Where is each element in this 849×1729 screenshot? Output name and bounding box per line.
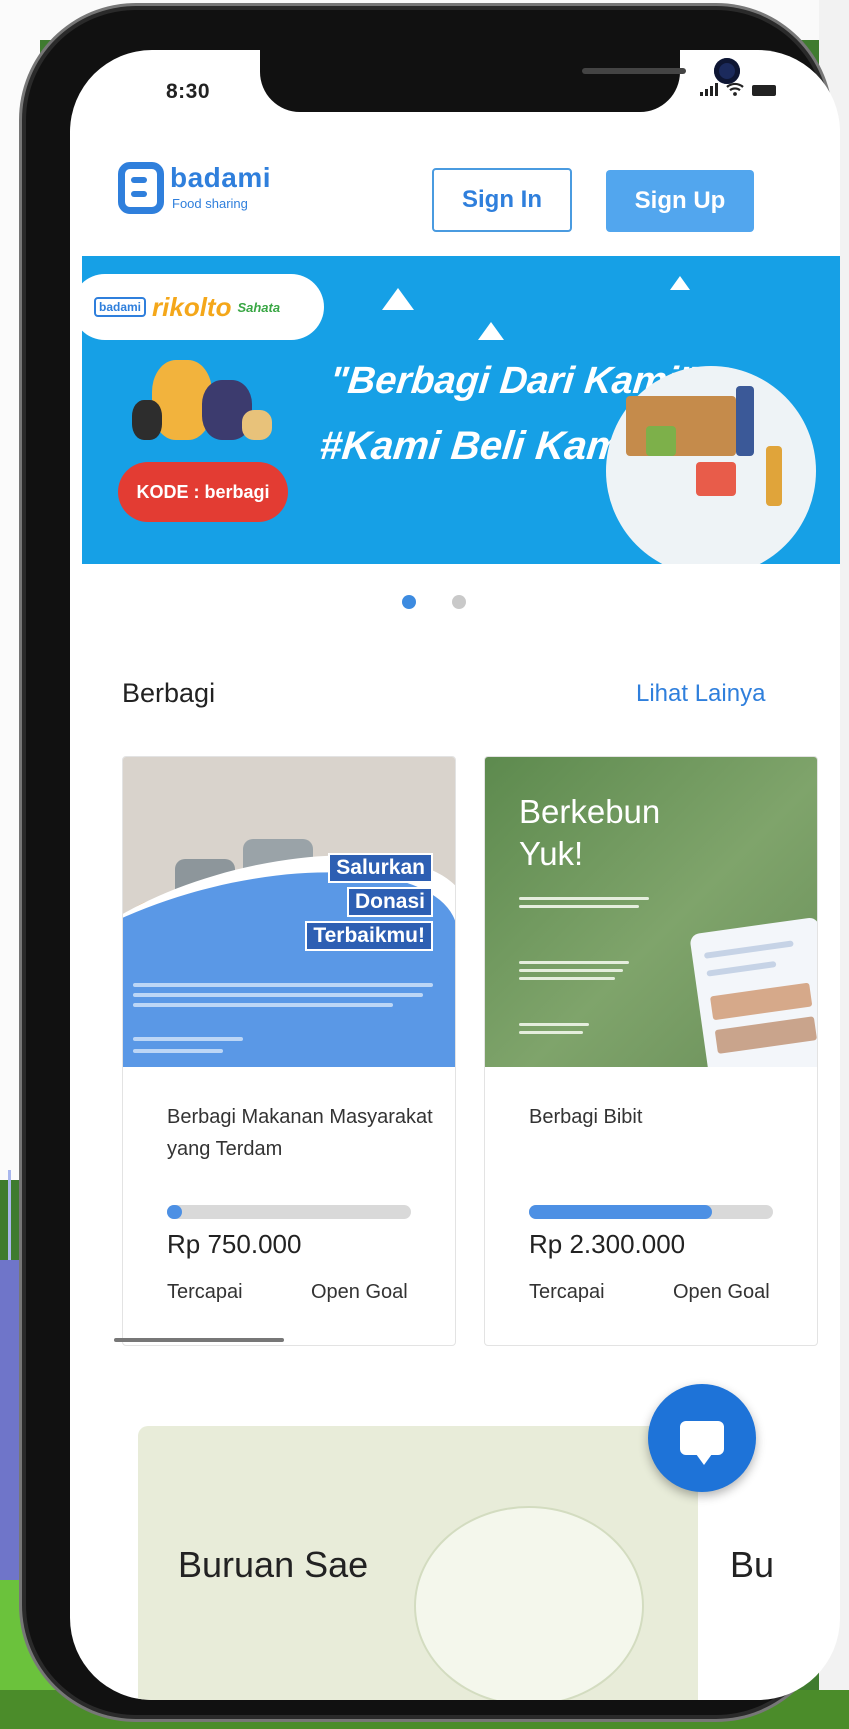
- signal-icon: [700, 82, 718, 96]
- status-icons: [700, 82, 776, 96]
- badami-logo-icon[interactable]: [118, 162, 164, 214]
- goal-label: Open Goal: [673, 1281, 770, 1303]
- partner-rikolto-logo: rikolto: [152, 291, 232, 322]
- image-tag: Terbaikmu!: [305, 921, 433, 951]
- campaign-card[interactable]: Berkebun Yuk! Berbagi Bibit Rp 2.300.000…: [484, 756, 818, 1346]
- partner-logos: badami rikolto Sahata: [82, 274, 324, 340]
- front-camera: [714, 58, 740, 84]
- progress-fill: [529, 1205, 712, 1219]
- app-header: badami Food sharing Sign In Sign Up: [70, 158, 840, 238]
- speaker-grille: [582, 68, 686, 74]
- horizontal-scrollbar[interactable]: [114, 1338, 284, 1342]
- campaign-amount: Rp 750.000: [167, 1229, 302, 1259]
- reached-label: Tercapai: [529, 1281, 605, 1303]
- mountain-decoration: [670, 276, 690, 290]
- campaign-image: Salurkan Donasi Terbaikmu!: [123, 757, 455, 1067]
- mountain-decoration: [478, 322, 504, 340]
- next-program-title: Bu: [730, 1544, 775, 1585]
- image-tag: Donasi: [346, 887, 433, 917]
- campaign-progress-bar: [167, 1205, 411, 1219]
- chat-button[interactable]: [648, 1384, 756, 1492]
- campaign-title: Berbagi Makanan Masyarakat yang Terdam: [167, 1106, 433, 1160]
- carousel-dot-active[interactable]: [402, 595, 416, 609]
- carousel-dot[interactable]: [452, 595, 466, 609]
- campaign-card[interactable]: Salurkan Donasi Terbaikmu! Berbagi Makan…: [122, 756, 456, 1346]
- campaign-title: Berbagi Bibit: [529, 1106, 643, 1128]
- reached-label: Tercapai: [167, 1281, 243, 1303]
- battery-icon: [752, 85, 776, 96]
- see-more-link[interactable]: Lihat Lainya: [636, 680, 765, 708]
- sign-in-button[interactable]: Sign In: [432, 168, 572, 232]
- logo-name[interactable]: badami: [170, 162, 271, 194]
- phone-notch: [260, 50, 740, 112]
- phone-screen: 8:30 badami Food sharing Sign In Sign Up: [70, 50, 840, 1700]
- partner-sahata-logo: Sahata: [237, 299, 281, 315]
- chat-bubble-icon: [680, 1421, 724, 1465]
- phone-frame: 8:30 badami Food sharing Sign In Sign Up: [26, 10, 840, 1715]
- campaign-progress-bar: [529, 1205, 773, 1219]
- image-headline: Berkebun Yuk!: [519, 793, 661, 872]
- people-illustration: [122, 340, 298, 470]
- map-illustration: [414, 1506, 644, 1700]
- logo-tagline: Food sharing: [172, 196, 248, 211]
- progress-fill: [167, 1205, 182, 1219]
- goal-label: Open Goal: [311, 1281, 408, 1303]
- sign-up-button[interactable]: Sign Up: [606, 170, 754, 232]
- image-tag: Salurkan: [328, 853, 433, 883]
- carousel-indicator: [402, 595, 466, 609]
- promo-code-badge: KODE : berbagi: [118, 462, 288, 522]
- section-title: Berbagi: [122, 678, 216, 708]
- campaign-image: Berkebun Yuk!: [485, 757, 817, 1067]
- status-time: 8:30: [166, 80, 211, 103]
- wifi-icon: [726, 82, 744, 96]
- campaign-amount: Rp 2.300.000: [529, 1229, 686, 1259]
- program-title: Buruan Sae: [178, 1544, 369, 1585]
- program-card[interactable]: Buruan Sae: [138, 1426, 698, 1700]
- promo-banner[interactable]: badami rikolto Sahata "Berbagi Dari Kami…: [82, 256, 840, 564]
- phone-mockup: [689, 916, 817, 1067]
- partner-badami-logo: badami: [94, 297, 147, 317]
- market-stall-illustration: [606, 366, 816, 564]
- mountain-decoration: [382, 288, 414, 310]
